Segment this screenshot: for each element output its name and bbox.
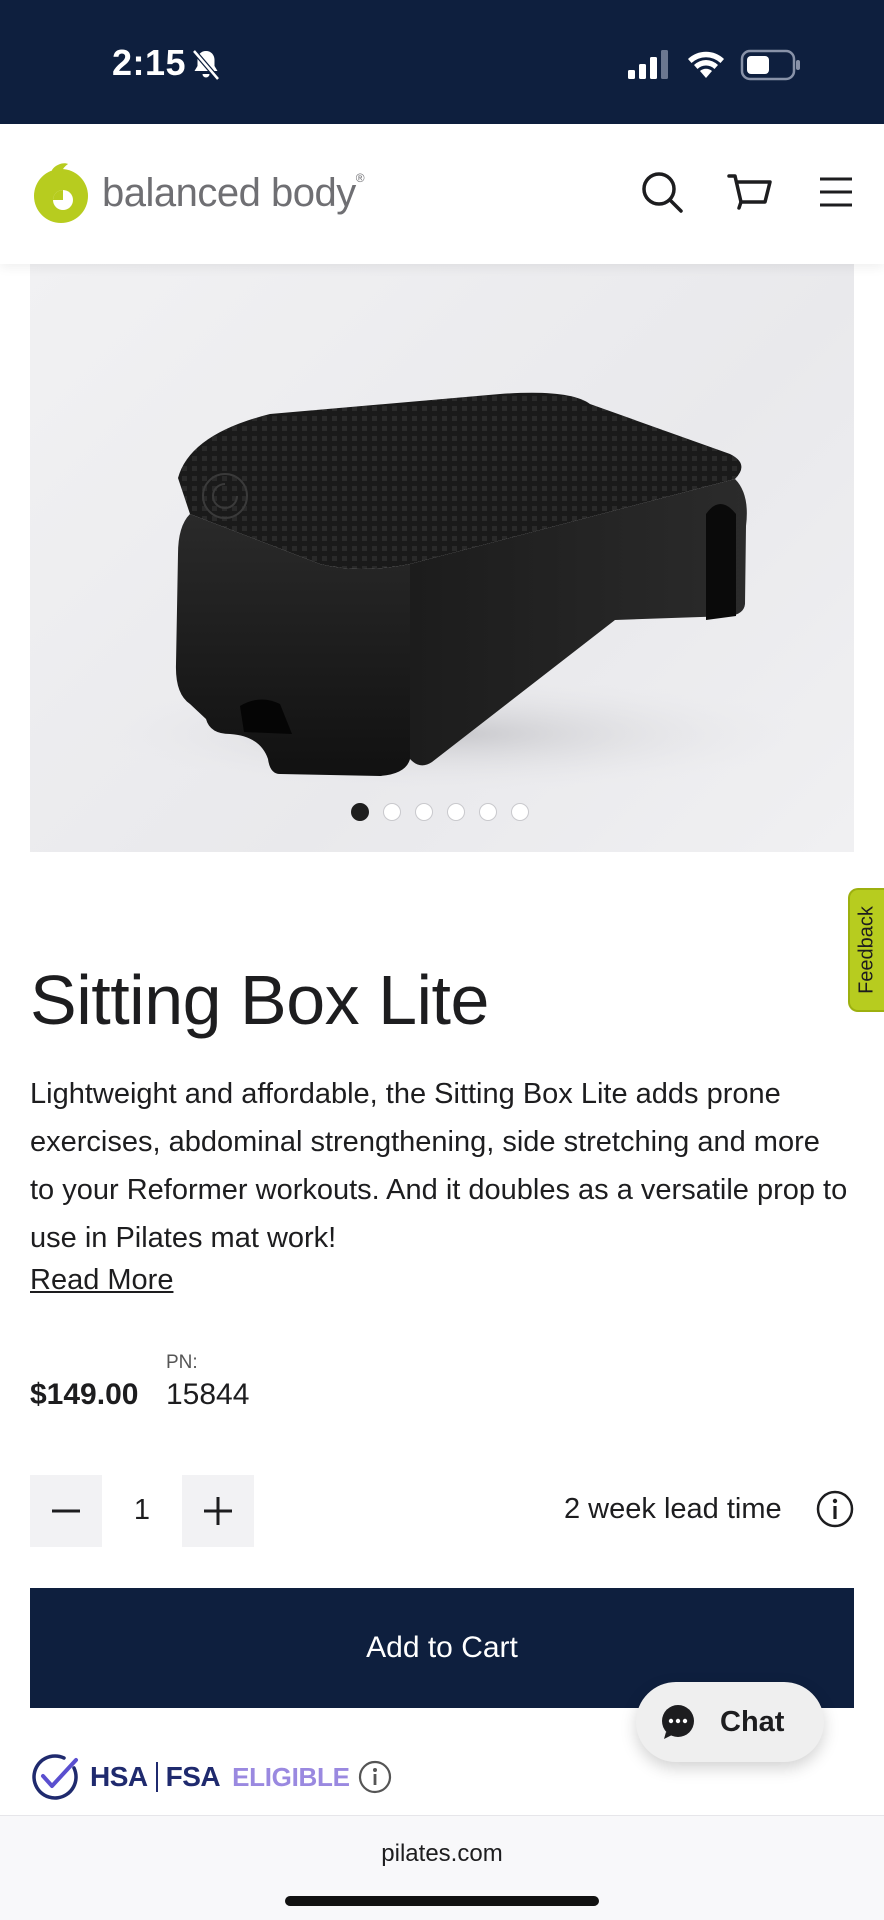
part-number-label: PN: <box>166 1352 198 1373</box>
balanced-body-logo-icon <box>34 163 88 223</box>
minus-icon <box>52 1509 80 1513</box>
bell-slash-icon <box>192 49 220 81</box>
search-button[interactable] <box>632 162 692 222</box>
brand-logo[interactable]: balanced body® <box>30 158 365 228</box>
carousel-pagination <box>351 803 529 821</box>
lead-time-text: 2 week lead time <box>564 1493 782 1525</box>
status-time: 2:15 <box>112 42 187 83</box>
status-bar: 2:15 <box>0 0 884 124</box>
wifi-icon <box>688 51 724 78</box>
signal-icon <box>628 50 668 79</box>
carousel-dot-2[interactable] <box>383 803 401 821</box>
site-header: balanced body® <box>0 124 884 264</box>
feedback-label: Feedback <box>855 906 878 994</box>
home-indicator <box>285 1896 599 1906</box>
browser-url[interactable]: pilates.com <box>0 1840 884 1868</box>
carousel-dot-4[interactable] <box>447 803 465 821</box>
chat-label: Chat <box>720 1705 785 1738</box>
menu-button[interactable] <box>806 162 866 222</box>
feedback-tab[interactable]: Feedback <box>848 888 884 1012</box>
quantity-value[interactable]: 1 <box>102 1494 182 1527</box>
product-description: Lightweight and affordable, the Sitting … <box>30 1078 848 1254</box>
product-image-carousel[interactable] <box>30 264 854 852</box>
hsa-label: HSA <box>90 1761 148 1792</box>
eligible-label: ELIGIBLE <box>232 1761 350 1792</box>
read-more-link[interactable]: Read More <box>30 1264 173 1297</box>
plus-icon <box>204 1497 232 1525</box>
chat-button[interactable]: Chat <box>636 1682 824 1762</box>
logo-wordmark: balanced body® <box>102 170 365 215</box>
hsa-separator <box>155 1762 158 1792</box>
fsa-label: FSA <box>165 1761 221 1792</box>
product-price: $149.00 <box>30 1378 139 1411</box>
carousel-dot-1[interactable] <box>351 803 369 821</box>
chat-bubble-icon <box>662 1705 694 1739</box>
quantity-increase-button[interactable] <box>182 1475 254 1547</box>
cart-icon <box>727 174 772 210</box>
quantity-decrease-button[interactable] <box>30 1475 102 1547</box>
part-number-value: 15844 <box>166 1378 250 1411</box>
carousel-dot-3[interactable] <box>415 803 433 821</box>
checkmark-circle-icon <box>32 1754 78 1800</box>
cart-button[interactable] <box>720 162 780 222</box>
hsa-fsa-eligible-badge: HSA FSA ELIGIBLE <box>30 1752 392 1802</box>
carousel-dot-6[interactable] <box>511 803 529 821</box>
search-icon <box>642 172 683 213</box>
hamburger-menu-icon <box>820 177 852 207</box>
carousel-dot-5[interactable] <box>479 803 497 821</box>
sitting-box-product-image <box>90 392 810 794</box>
info-icon[interactable] <box>816 1490 854 1528</box>
battery-icon <box>740 49 800 81</box>
browser-address-bar[interactable]: pilates.com <box>0 1815 884 1920</box>
product-title: Sitting Box Lite <box>30 961 489 1039</box>
info-icon[interactable] <box>358 1760 392 1794</box>
